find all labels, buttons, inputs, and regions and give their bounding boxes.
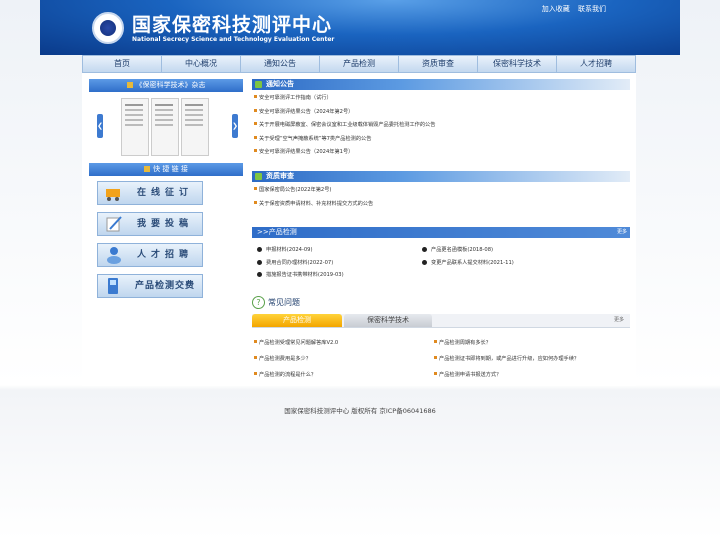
recruitment-link-button[interactable]: 人才招聘 (97, 243, 203, 267)
top-links: 加入收藏 联系我们 (536, 4, 606, 14)
faq-more-link[interactable]: 更多 (614, 314, 624, 327)
list-item[interactable]: 产品检测的流程是什么？ (254, 367, 338, 383)
list-item[interactable]: 变更产品联系人提交材料(2021-11) (422, 257, 514, 270)
list-item[interactable]: 产品检测证书即将到期，或产品进行升级，应如何办理手续？ (434, 351, 579, 367)
nav-science-tech[interactable]: 保密科学技术 (478, 56, 557, 72)
magazine-carousel: ❮ ❯ (89, 94, 243, 160)
tab-science-tech[interactable]: 保密科学技术 (344, 314, 432, 327)
magazine-header: 《保密科学技术》杂志 (89, 79, 243, 92)
quick-links-header: 快 捷 链 接 (89, 163, 243, 176)
subscribe-link-button[interactable]: 在线征订 (97, 181, 203, 205)
list-item[interactable]: 关于开展电磁屏蔽室、保密会议室和工业级载体销毁产品委托检测工作的公告 (254, 119, 435, 133)
list-item[interactable]: 国家保密局公告(2022年第2号) (254, 184, 373, 198)
person-icon (107, 247, 121, 264)
site-title: 国家保密科技测评中心 (132, 14, 333, 36)
add-favorite-link[interactable]: 加入收藏 (542, 5, 570, 13)
list-item[interactable]: 产品检测受理常见问题解答库V2.0 (254, 335, 338, 351)
bullet-icon (422, 247, 427, 252)
magazine-cover[interactable] (151, 98, 179, 156)
notices-header: 通知公告 (252, 79, 630, 90)
product-list-right: 产品更名函模板(2018-08) 变更产品联系人提交材料(2021-11) (422, 244, 514, 269)
notices-list: 安全可靠测评工作指南（试行） 安全可靠测评结果公告（2024年第2号） 关于开展… (254, 92, 435, 160)
nav-home[interactable]: 首页 (83, 56, 162, 72)
question-icon: ? (252, 296, 265, 309)
list-item[interactable]: 产品检测周期有多长？ (434, 335, 579, 351)
square-icon (144, 166, 151, 172)
submit-article-link-button[interactable]: 我要投稿 (97, 212, 203, 236)
testing-fee-link-button[interactable]: 产品检测交费 (97, 274, 203, 298)
product-testing-header: >>产品检测 更多 (252, 227, 630, 238)
list-item[interactable]: 产品检测申请书报送方式？ (434, 367, 579, 383)
product-list-left: 申报材料(2024-09) 费用合同办理材料(2022-07) 措施报告证书携带… (257, 244, 344, 282)
list-item[interactable]: 产品更名函模板(2018-08) (422, 244, 514, 257)
faq-list-right: 产品检测周期有多长？ 产品检测证书即将到期，或产品进行升级，应如何办理手续？ 产… (434, 335, 579, 383)
bullet-icon (257, 272, 262, 277)
contact-us-link[interactable]: 联系我们 (578, 5, 606, 13)
list-item[interactable]: 关于受理“空气声掩蔽系统”等7类产品检测的公告 (254, 133, 435, 147)
bullet-icon (257, 259, 262, 265)
magazine-cover[interactable] (181, 98, 209, 156)
list-item[interactable]: 措施报告证书携带材料(2019-03) (257, 269, 344, 282)
tab-product-testing[interactable]: 产品检测 (252, 314, 342, 327)
bullet-icon (422, 259, 427, 265)
magazine-cover[interactable] (121, 98, 149, 156)
nav-qualification[interactable]: 资质审查 (399, 56, 478, 72)
list-item[interactable]: 关于保密资质申请材料、补充材料提交方式的公告 (254, 198, 373, 212)
square-icon (126, 82, 133, 88)
faq-list-left: 产品检测受理常见问题解答库V2.0 产品检测费用是多少？ 产品检测的流程是什么？ (254, 335, 338, 383)
product-more-link[interactable]: 更多 (617, 227, 627, 238)
nav-recruitment[interactable]: 人才招聘 (557, 56, 635, 72)
qualification-list: 国家保密局公告(2022年第2号) 关于保密资质申请材料、补充材料提交方式的公告 (254, 184, 373, 211)
list-item[interactable]: 安全可靠测评结果公告（2024年第1号） (254, 146, 435, 160)
qualification-header: 资质审查 (252, 171, 630, 182)
nav-product-testing[interactable]: 产品检测 (320, 56, 399, 72)
faq-title: ? 常见问题 (252, 296, 300, 309)
page-background: 国家保密科技测评中心 National Secrecy Science and … (0, 0, 720, 540)
list-item[interactable]: 申报材料(2024-09) (257, 244, 344, 257)
list-item[interactable]: 安全可靠测评工作指南（试行） (254, 92, 435, 106)
carousel-next-button[interactable]: ❯ (232, 114, 238, 138)
nav-about[interactable]: 中心概况 (162, 56, 241, 72)
list-item[interactable]: 费用合同办理材料(2022-07) (257, 257, 344, 270)
site-footer: 国家保密科技测评中心 版权所有 京ICP备06041686 (284, 407, 436, 415)
cart-icon (106, 189, 120, 201)
main-nav: 首页 中心概况 通知公告 产品检测 资质审查 保密科学技术 人才招聘 (82, 55, 636, 73)
terminal-icon (108, 278, 118, 294)
pen-icon (106, 216, 122, 232)
emblem-icon (92, 12, 124, 44)
bullet-icon (257, 247, 262, 252)
site-subtitle: National Secrecy Science and Technology … (132, 36, 335, 43)
list-item[interactable]: 产品检测费用是多少？ (254, 351, 338, 367)
list-item[interactable]: 安全可靠测评结果公告（2024年第2号） (254, 106, 435, 120)
carousel-prev-button[interactable]: ❮ (97, 114, 103, 138)
faq-tabs: 产品检测 保密科学技术 更多 (252, 314, 630, 328)
nav-notices[interactable]: 通知公告 (241, 56, 320, 72)
